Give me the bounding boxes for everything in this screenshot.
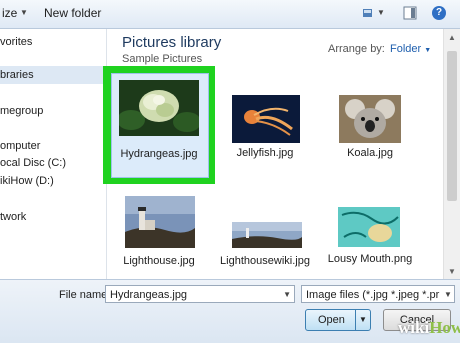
file-name-chevron-down-icon[interactable]: ▼	[283, 286, 291, 304]
file-name-label: File name:	[59, 289, 111, 301]
sidebar-item-wikihow-drive[interactable]: ikiHow (D:)	[0, 175, 54, 187]
koala-thumbnail	[339, 95, 401, 143]
arrange-by-label: Arrange by:	[328, 43, 385, 55]
file-item-lighthouse[interactable]: Lighthouse.jpg	[111, 189, 207, 279]
file-name-value: Hydrangeas.jpg	[110, 289, 188, 301]
open-button[interactable]: Open ▼	[305, 309, 371, 331]
organize-button[interactable]: ize	[2, 6, 17, 20]
sidebar-item-homegroup[interactable]: megroup	[0, 105, 43, 117]
lighthouse-thumbnail	[125, 196, 195, 248]
sidebar-item-label: braries	[0, 69, 34, 81]
file-item-jellyfish[interactable]: Jellyfish.jpg	[217, 81, 313, 171]
lousy-mouth-thumbnail	[338, 207, 400, 247]
scrollbar-thumb[interactable]	[447, 51, 457, 201]
wikihow-logo: wikiHow	[398, 318, 460, 337]
file-type-chevron-down-icon[interactable]: ▼	[442, 286, 454, 302]
navigation-pane: vorites braries megroup omputer ocal Dis…	[0, 29, 107, 279]
file-view: Pictures library Sample Pictures Arrange…	[103, 29, 443, 279]
hydrangeas-thumbnail	[119, 80, 199, 136]
library-subtitle: Sample Pictures	[122, 53, 203, 65]
command-toolbar: ize ▼ New folder ▼ ?	[0, 0, 460, 29]
lighthousewiki-thumbnail	[232, 222, 302, 248]
sidebar-item-favorites[interactable]: vorites	[0, 36, 32, 48]
library-title: Pictures library	[122, 34, 222, 51]
arrange-by-dropdown[interactable]: Folder ▼	[390, 43, 431, 55]
file-name-lighthouse: Lighthouse.jpg	[123, 255, 195, 267]
jellyfish-thumbnail	[232, 95, 300, 143]
file-name-input[interactable]: Hydrangeas.jpg ▼	[105, 285, 295, 303]
open-chevron-down-icon[interactable]: ▼	[359, 315, 367, 324]
help-icon[interactable]: ?	[432, 6, 446, 20]
chevron-down-icon: ▼	[424, 47, 432, 54]
sidebar-item-libraries[interactable]: braries	[0, 66, 105, 84]
file-name-lighthousewiki: Lighthousewiki.jpg	[220, 255, 310, 267]
sidebar-item-local-disc[interactable]: ocal Disc (C:)	[0, 157, 66, 169]
file-name-jellyfish: Jellyfish.jpg	[236, 147, 294, 159]
sidebar-item-network[interactable]: twork	[0, 211, 26, 223]
file-item-lousy-mouth[interactable]: Lousy Mouth.png	[322, 189, 418, 279]
sidebar-item-computer[interactable]: omputer	[0, 140, 40, 152]
file-item-hydrangeas[interactable]: Hydrangeas.jpg	[103, 66, 215, 184]
open-split-divider	[355, 310, 356, 330]
file-name-lousy-mouth: Lousy Mouth.png	[327, 253, 413, 265]
preview-pane-icon[interactable]	[403, 6, 417, 20]
file-name-hydrangeas: Hydrangeas.jpg	[120, 148, 198, 160]
file-item-koala[interactable]: Koala.jpg	[322, 81, 418, 171]
open-button-label: Open	[318, 314, 345, 326]
change-view-icon[interactable]	[362, 6, 376, 20]
file-type-select[interactable]: Image files (*.jpg *.jpeg *.pr ▼	[301, 285, 455, 303]
arrange-by-value: Folder	[390, 43, 422, 55]
file-name-koala: Koala.jpg	[347, 147, 393, 159]
file-item-lighthousewiki[interactable]: Lighthousewiki.jpg	[217, 189, 313, 279]
scroll-down-icon[interactable]: ▼	[448, 267, 456, 276]
scroll-up-icon[interactable]: ▲	[448, 33, 456, 42]
view-chevron-down-icon[interactable]: ▼	[377, 8, 385, 17]
file-type-value: Image files (*.jpg *.jpeg *.pr	[306, 289, 440, 301]
new-folder-button[interactable]: New folder	[44, 6, 101, 20]
dialog-footer: File name: Hydrangeas.jpg ▼ Image files …	[0, 279, 460, 343]
organize-chevron-down-icon[interactable]: ▼	[20, 8, 28, 17]
vertical-scrollbar[interactable]: ▲ ▼	[443, 29, 460, 279]
